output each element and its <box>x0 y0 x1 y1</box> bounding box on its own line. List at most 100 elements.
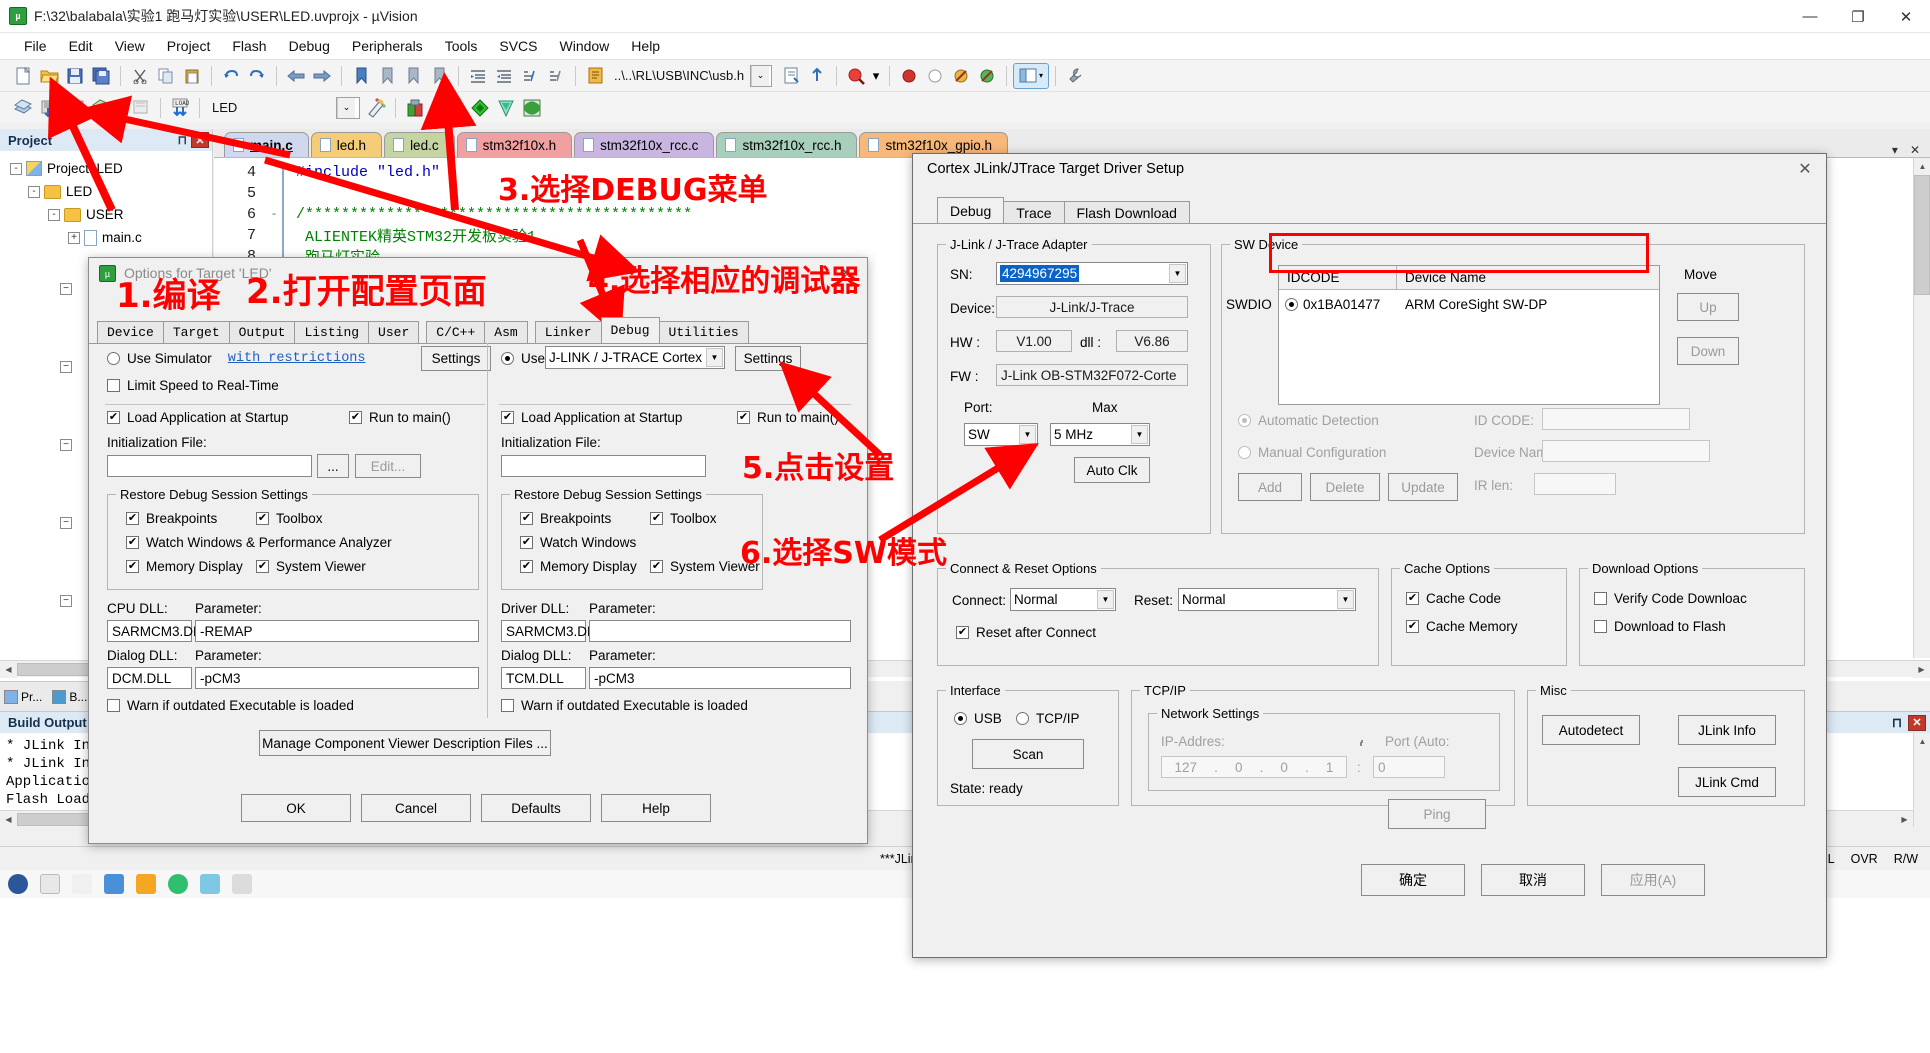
driver-dll-input[interactable]: SARMCM3.DLL <box>501 620 602 642</box>
breakpoint-insert-icon[interactable] <box>897 64 921 88</box>
options-tab-device[interactable]: Device <box>97 321 164 343</box>
menu-project[interactable]: Project <box>156 35 222 57</box>
tree-item-target[interactable]: - LED <box>6 180 212 203</box>
tree-item-file-main-c[interactable]: + main.c <box>6 226 212 249</box>
close-icon[interactable]: ✕ <box>1908 714 1926 731</box>
insert-file-icon[interactable] <box>779 64 803 88</box>
cache-memory-checkbox[interactable]: ✔ <box>1406 620 1419 633</box>
connect-combo[interactable]: Normal ▼ <box>1010 588 1116 611</box>
table-row[interactable]: 0x1BA01477 ARM CoreSight SW-DP <box>1279 290 1659 318</box>
left-memory-display-row[interactable]: ✔ Memory Display <box>126 559 243 574</box>
start-icon[interactable] <box>8 874 28 894</box>
manual-configuration-radio[interactable] <box>1238 446 1251 459</box>
left-dialog-parameter-input[interactable]: -pCM3 <box>195 667 479 689</box>
left-browse-button[interactable]: ... <box>317 454 349 478</box>
menu-help[interactable]: Help <box>620 35 671 57</box>
scroll-up-icon[interactable]: ▲ <box>1914 733 1930 750</box>
menu-edit[interactable]: Edit <box>58 35 104 57</box>
autodetect-button[interactable]: Autodetect <box>1542 715 1640 745</box>
options-for-target-icon[interactable] <box>364 96 388 120</box>
delete-device-button[interactable]: Delete <box>1310 473 1380 501</box>
chevron-down-icon[interactable]: ▼ <box>1169 264 1186 283</box>
jlink-tab-flash-download[interactable]: Flash Download <box>1063 201 1190 223</box>
move-up-button[interactable]: Up <box>1677 293 1739 321</box>
pin-icon[interactable]: ⊓ <box>1892 715 1908 731</box>
port-input[interactable]: 0 <box>1373 756 1445 778</box>
editor-tab-led-c[interactable]: led.c <box>384 132 455 157</box>
right-system-viewer-row[interactable]: ✔ System Viewer <box>650 559 760 574</box>
driver-dll-parameter-input[interactable] <box>589 620 851 642</box>
verify-code-download-row[interactable]: Verify Code Downloac <box>1594 591 1747 606</box>
breakpoint-kill-all-icon[interactable] <box>975 64 999 88</box>
right-system-viewer-checkbox[interactable]: ✔ <box>650 560 663 573</box>
jlink-dialog-close-button[interactable]: ✕ <box>1784 155 1826 183</box>
bookmark-next-icon[interactable] <box>401 64 425 88</box>
search-dropdown-icon[interactable]: ▾ <box>870 64 882 88</box>
editor-tab-stm32f10x-rcc-c[interactable]: stm32f10x_rcc.c <box>574 132 715 157</box>
menu-view[interactable]: View <box>104 35 156 57</box>
right-run-to-main-checkbox[interactable]: ✔ <box>737 411 750 424</box>
ip-address-input[interactable]: 127. 0. 0. 1 <box>1161 756 1347 778</box>
batch-build-icon[interactable] <box>89 96 113 120</box>
cancel-button[interactable]: Cancel <box>361 794 471 822</box>
manage-component-viewer-button[interactable]: Manage Component Viewer Description File… <box>259 730 551 756</box>
right-dialog-dll-input[interactable]: TCM.DLL <box>501 667 586 689</box>
ir-len-input[interactable] <box>1534 473 1616 495</box>
left-watch-windows-row[interactable]: ✔ Watch Windows & Performance Analyzer <box>126 535 392 550</box>
options-tab-asm[interactable]: Asm <box>484 321 528 343</box>
chevron-down-icon[interactable]: ▼ <box>1097 590 1114 609</box>
right-memory-display-row[interactable]: ✔ Memory Display <box>520 559 637 574</box>
left-warn-outdated-checkbox[interactable] <box>107 699 120 712</box>
chevron-down-icon[interactable]: ▾ <box>1886 143 1904 157</box>
left-init-file-input[interactable] <box>107 455 312 477</box>
expander-icon[interactable]: - <box>28 185 40 198</box>
panel-tab-books[interactable]: B... <box>48 688 91 706</box>
download-icon[interactable]: LOAD <box>168 96 192 120</box>
simulator-settings-button[interactable]: Settings <box>421 346 491 371</box>
right-load-app-checkbox[interactable]: ✔ <box>501 411 514 424</box>
scan-button[interactable]: Scan <box>972 739 1084 769</box>
fold-marker-icon[interactable]: − <box>60 517 72 529</box>
options-tab-utilities[interactable]: Utilities <box>658 321 749 343</box>
limit-speed-checkbox[interactable] <box>107 379 120 392</box>
left-watch-windows-checkbox[interactable]: ✔ <box>126 536 139 549</box>
options-tab-cpp[interactable]: C/C++ <box>426 321 486 343</box>
tcpip-radio[interactable] <box>1016 712 1029 725</box>
right-warn-outdated-row[interactable]: Warn if outdated Executable is loaded <box>501 698 748 713</box>
driver-settings-button[interactable]: Settings <box>735 346 801 371</box>
editor-vscrollbar[interactable]: ▲ <box>1913 158 1930 658</box>
automatic-detection-radio[interactable] <box>1238 414 1251 427</box>
id-code-input[interactable] <box>1542 408 1690 430</box>
translate-file-icon[interactable] <box>11 96 35 120</box>
indent-decrease-icon[interactable] <box>492 64 516 88</box>
left-toolbox-checkbox[interactable]: ✔ <box>256 512 269 525</box>
editor-tab-stm32f10x-rcc-h[interactable]: stm32f10x_rcc.h <box>716 132 858 157</box>
open-document-icon[interactable] <box>583 64 607 88</box>
menu-file[interactable]: File <box>13 35 58 57</box>
right-breakpoints-row[interactable]: ✔ Breakpoints <box>520 511 611 526</box>
use-driver-radio-row[interactable]: Use: <box>501 351 549 366</box>
cache-code-row[interactable]: ✔ Cache Code <box>1406 591 1501 606</box>
chevron-down-icon[interactable]: ▼ <box>1131 425 1148 444</box>
right-toolbox-checkbox[interactable]: ✔ <box>650 512 663 525</box>
close-button[interactable]: ✕ <box>1882 0 1930 33</box>
chevron-down-icon[interactable]: ▼ <box>1019 425 1036 444</box>
options-tab-output[interactable]: Output <box>228 321 296 343</box>
left-breakpoints-row[interactable]: ✔ Breakpoints <box>126 511 217 526</box>
save-icon[interactable] <box>63 64 87 88</box>
configure-wrench-icon[interactable] <box>1063 64 1087 88</box>
update-device-button[interactable]: Update <box>1388 473 1458 501</box>
save-all-icon[interactable] <box>89 64 113 88</box>
left-load-app-checkbox[interactable]: ✔ <box>107 411 120 424</box>
menu-flash[interactable]: Flash <box>221 35 277 57</box>
ok-button[interactable]: OK <box>241 794 351 822</box>
taskbar-app-icon[interactable] <box>200 874 220 894</box>
editor-tab-main-c[interactable]: main.c <box>224 132 309 157</box>
options-tab-debug[interactable]: Debug <box>600 317 660 343</box>
taskbar-app-icon[interactable] <box>136 874 156 894</box>
breakpoint-disable-all-icon[interactable] <box>949 64 973 88</box>
sn-combo[interactable]: 4294967295 ▼ <box>996 262 1188 285</box>
scroll-left-icon[interactable]: ◀ <box>0 810 17 828</box>
use-driver-radio[interactable] <box>501 352 514 365</box>
chevron-down-icon[interactable]: ▼ <box>1337 590 1354 609</box>
